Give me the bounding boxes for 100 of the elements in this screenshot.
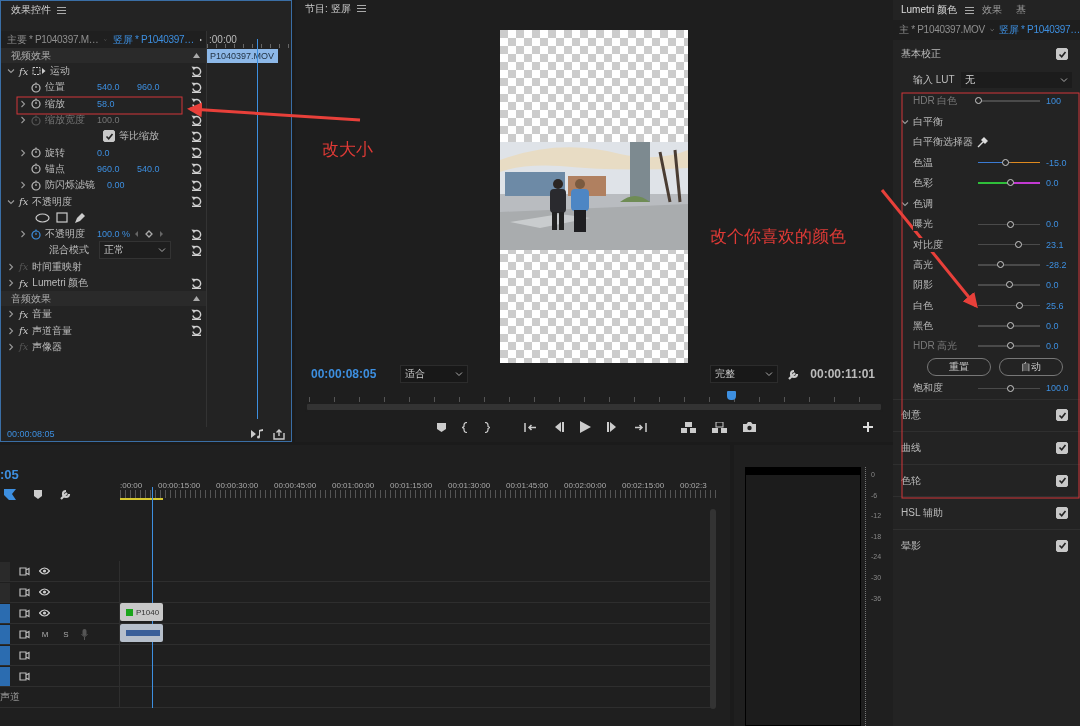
slider-thumb[interactable]	[1007, 384, 1015, 392]
panel-title[interactable]: 节目: 竖屏	[305, 1, 351, 16]
mark-in-icon[interactable]	[462, 421, 468, 433]
video-clip[interactable]: P1040	[120, 603, 163, 621]
menu-icon[interactable]	[57, 6, 66, 14]
effect-name[interactable]: Lumetri 颜色	[32, 276, 89, 290]
lift-icon[interactable]	[681, 421, 696, 433]
chevron-icon[interactable]	[19, 181, 27, 190]
group-title[interactable]: 白平衡	[913, 114, 943, 129]
zoom-dropdown[interactable]: 适合	[400, 365, 469, 384]
reset-icon[interactable]	[191, 308, 202, 320]
slider-value[interactable]: -28.2	[1046, 259, 1080, 270]
wrench-icon[interactable]	[788, 368, 801, 381]
sequence-tab[interactable]: 主要 * P1040397.M…	[7, 32, 99, 47]
slider-value[interactable]: 0.0	[1046, 178, 1080, 189]
stopwatch-icon[interactable]	[31, 147, 41, 159]
marker-icon[interactable]	[34, 489, 42, 499]
keyframe-navigator-icon[interactable]	[134, 230, 165, 239]
zoom-scrollbar[interactable]	[305, 402, 883, 413]
slider-value[interactable]: 0.0	[1046, 219, 1080, 230]
collapse-icon[interactable]	[193, 53, 200, 58]
wrench-icon[interactable]	[60, 488, 72, 500]
action-button[interactable]: 重置	[927, 358, 991, 377]
slider-thumb[interactable]	[1005, 281, 1013, 289]
slider-value[interactable]: 0.0	[1046, 280, 1080, 291]
transform-icon[interactable]	[32, 66, 47, 77]
collapse-icon[interactable]	[193, 296, 200, 302]
export-icon[interactable]	[273, 428, 285, 440]
effect-name[interactable]: 不透明度	[32, 194, 73, 209]
mark-out-icon[interactable]	[484, 421, 490, 433]
property-value[interactable]: 960.0	[137, 82, 165, 93]
chevron-icon[interactable]	[19, 230, 27, 239]
reset-icon[interactable]	[191, 228, 202, 240]
slider-thumb[interactable]	[1016, 301, 1024, 309]
section-title[interactable]: 色轮	[901, 473, 921, 488]
checkbox[interactable]	[1056, 441, 1068, 454]
checkbox[interactable]	[1056, 539, 1068, 552]
slider-value[interactable]: 25.6	[1046, 300, 1080, 311]
play-audio-icon[interactable]	[251, 429, 265, 439]
menu-icon[interactable]	[965, 6, 975, 14]
fx-toggle[interactable]: fx	[19, 196, 29, 207]
chevron-icon[interactable]	[19, 148, 27, 157]
sequence-tab[interactable]: 主 * P1040397.MOV	[899, 23, 985, 37]
slider-thumb[interactable]	[1007, 179, 1015, 187]
stopwatch-icon[interactable]	[31, 81, 41, 93]
reset-icon[interactable]	[191, 277, 202, 289]
caret-icon[interactable]	[765, 371, 774, 378]
eyedropper-icon[interactable]	[977, 136, 988, 148]
slider-value[interactable]: -15.0	[1046, 157, 1080, 168]
sync-lock-icon[interactable]	[19, 650, 30, 660]
chevron-icon[interactable]	[19, 99, 27, 108]
snap-icon[interactable]	[4, 488, 16, 500]
caret-icon[interactable]	[455, 371, 464, 378]
panel-tab[interactable]: 效果	[982, 0, 1003, 20]
reset-icon[interactable]	[191, 196, 202, 207]
slider-value[interactable]: 0.0	[1046, 320, 1080, 331]
stopwatch-icon[interactable]	[31, 228, 41, 240]
reset-icon[interactable]	[191, 147, 202, 159]
fx-toggle[interactable]: fx	[19, 325, 29, 337]
add-icon[interactable]	[863, 422, 873, 433]
playhead[interactable]	[726, 391, 736, 401]
slider-thumb[interactable]	[1002, 159, 1010, 166]
chevron-icon[interactable]	[7, 310, 15, 319]
chevron-icon[interactable]	[7, 279, 15, 287]
menu-icon[interactable]	[356, 5, 366, 13]
reset-icon[interactable]	[191, 65, 202, 77]
mute-toggle[interactable]: M	[39, 629, 51, 639]
camera-icon[interactable]	[743, 422, 756, 433]
sync-lock-icon[interactable]	[19, 608, 30, 618]
fx-toggle[interactable]: fx	[19, 308, 29, 320]
ellipse-mask-icon[interactable]	[35, 212, 50, 223]
sequence-tab[interactable]: 竖屏 * P1040397…	[113, 32, 194, 47]
eye-icon[interactable]	[39, 588, 50, 596]
checkbox[interactable]	[1056, 507, 1068, 520]
section-title[interactable]: 创意	[901, 408, 921, 423]
go-to-in-icon[interactable]	[524, 421, 537, 433]
stopwatch-icon[interactable]	[31, 163, 41, 175]
play-icon[interactable]	[580, 421, 591, 434]
effect-name[interactable]: 声像器	[32, 339, 63, 354]
effect-name[interactable]: 声道音量	[32, 323, 73, 338]
slider[interactable]	[978, 243, 1040, 246]
reset-icon[interactable]	[191, 114, 202, 126]
eye-icon[interactable]	[39, 567, 50, 575]
lut-dropdown[interactable]: 无	[960, 71, 1072, 88]
slider-thumb[interactable]	[996, 261, 1004, 269]
action-button[interactable]: 自动	[999, 358, 1063, 377]
go-to-out-icon[interactable]	[634, 421, 647, 433]
checkbox[interactable]	[1056, 409, 1068, 422]
eye-icon[interactable]	[39, 609, 50, 617]
caret-icon[interactable]	[1060, 76, 1068, 83]
clip[interactable]: P1040397.MOV	[207, 49, 278, 63]
reset-icon[interactable]	[191, 325, 202, 337]
panel-title[interactable]: 效果控件	[11, 3, 51, 17]
slider[interactable]	[978, 223, 1040, 226]
slider-value[interactable]: 23.1	[1046, 239, 1080, 250]
step-forward-icon[interactable]	[607, 422, 618, 433]
chevron-icon[interactable]	[901, 199, 909, 208]
sync-lock-icon[interactable]	[19, 566, 30, 576]
stopwatch-icon[interactable]	[31, 179, 41, 191]
property-value[interactable]: 0.00	[107, 180, 135, 191]
